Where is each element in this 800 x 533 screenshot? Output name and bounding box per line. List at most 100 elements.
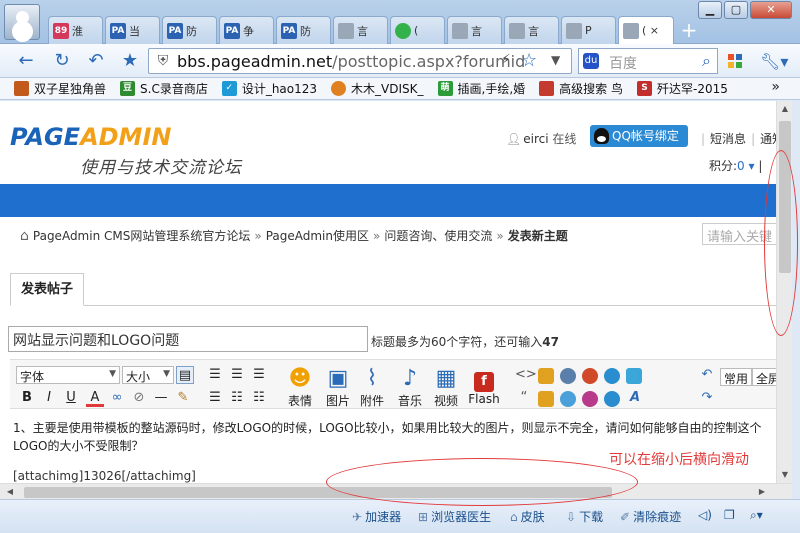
ordered-list-icon[interactable]: ☷ bbox=[228, 389, 246, 407]
horizontal-rule-icon[interactable]: — bbox=[152, 389, 170, 407]
zoom-icon[interactable]: ⌕▾ bbox=[750, 508, 763, 523]
scroll-right-icon[interactable]: ▶ bbox=[754, 484, 770, 500]
unordered-list-icon[interactable]: ☷ bbox=[250, 389, 268, 407]
breadcrumb-link[interactable]: PageAdmin使用区 bbox=[266, 229, 369, 243]
diamond-icon[interactable] bbox=[626, 368, 642, 384]
scroll-down-icon[interactable]: ▼ bbox=[777, 467, 793, 483]
browser-tab[interactable]: 言 bbox=[504, 16, 559, 44]
accelerator-button[interactable]: ✈︎ 加速器 bbox=[352, 508, 401, 525]
browser-tab[interactable]: PA 争 bbox=[219, 16, 274, 44]
messages-link[interactable]: 短消息 bbox=[710, 132, 746, 146]
bookmark-item[interactable]: 高级搜索 鸟 bbox=[539, 80, 623, 97]
bookmark-label: 插画,手绘,婚 bbox=[457, 82, 526, 96]
score-dropdown[interactable]: 积分:0 ▾ | bbox=[709, 157, 762, 174]
color-wheel-icon[interactable] bbox=[582, 368, 598, 384]
underline-icon[interactable]: U bbox=[62, 389, 80, 407]
qq-icon[interactable] bbox=[604, 368, 620, 384]
lock-icon[interactable] bbox=[538, 391, 554, 407]
bookmark-star-icon[interactable]: ☆ bbox=[521, 50, 537, 71]
music-button[interactable]: ♪ 音乐 bbox=[390, 366, 430, 409]
lightning-icon[interactable]: ⚡ bbox=[501, 52, 511, 68]
unlink-icon[interactable]: ⊘ bbox=[130, 389, 148, 407]
rm-icon[interactable] bbox=[604, 391, 620, 407]
browser-tab[interactable]: 言 bbox=[447, 16, 502, 44]
qq-bind-button[interactable]: QQ帐号绑定 bbox=[590, 125, 688, 147]
undo-icon[interactable]: ↶ bbox=[698, 366, 716, 384]
browser-tab[interactable]: 89 淮 bbox=[48, 16, 103, 44]
search-box[interactable]: du 百度 ⌕ bbox=[578, 48, 718, 74]
browser-tab[interactable]: PA 防 bbox=[276, 16, 331, 44]
browser-tab[interactable]: P bbox=[561, 16, 616, 44]
palette-icon[interactable] bbox=[582, 391, 598, 407]
search-icon[interactable]: ⌕ bbox=[702, 51, 711, 71]
align-right-icon[interactable]: ☰ bbox=[250, 366, 268, 384]
wrench-icon[interactable]: 🔧︎▾ bbox=[760, 52, 788, 71]
scroll-up-icon[interactable]: ▲ bbox=[777, 101, 793, 117]
apps-grid-icon[interactable] bbox=[728, 54, 742, 68]
tab-favicon: PA bbox=[167, 22, 183, 39]
common-button[interactable]: 常用 bbox=[720, 368, 753, 386]
bookmark-item[interactable]: S 歼达罕-2015 bbox=[637, 80, 728, 97]
favorites-star-icon[interactable]: ★ bbox=[118, 50, 142, 72]
clear-format-icon[interactable]: ✎ bbox=[174, 389, 192, 407]
compass-icon[interactable] bbox=[560, 368, 576, 384]
font-style-icon[interactable]: A bbox=[626, 389, 644, 407]
attachment-button[interactable]: ⌇ 附件 bbox=[352, 366, 392, 409]
fullscreen-button[interactable]: 全屏 bbox=[752, 368, 776, 386]
globe-icon[interactable] bbox=[560, 391, 576, 407]
volume-icon[interactable]: ◁) bbox=[698, 508, 712, 522]
quote-icon[interactable]: “ bbox=[515, 389, 533, 407]
refresh-icon[interactable]: ↻ bbox=[50, 50, 74, 72]
emoji-button[interactable]: ☻ 表情 bbox=[280, 366, 320, 409]
close-window-button[interactable]: ✕ bbox=[750, 1, 792, 19]
browser-tab[interactable]: PA 当 bbox=[105, 16, 160, 44]
browser-tab[interactable]: ( bbox=[390, 16, 445, 44]
new-tab-button[interactable]: + bbox=[676, 18, 702, 44]
italic-icon[interactable]: I bbox=[40, 389, 58, 407]
browser-tab[interactable]: 言 bbox=[333, 16, 388, 44]
bold-icon[interactable]: B bbox=[18, 389, 36, 407]
video-button[interactable]: ▦ 视频 bbox=[426, 366, 466, 409]
notice-link[interactable]: 通知 bbox=[760, 132, 776, 146]
address-bar[interactable]: ⛨ bbs.pageadmin.net/posttopic.aspx?forum… bbox=[148, 48, 572, 74]
copy-icon[interactable]: ❐ bbox=[724, 508, 735, 522]
align-left-icon[interactable]: ☰ bbox=[206, 366, 224, 384]
more-bookmarks-icon[interactable]: » bbox=[771, 79, 780, 95]
post-title-input[interactable]: 网站显示问题和LOGO问题 bbox=[8, 326, 368, 352]
breadcrumb-link[interactable]: PageAdmin CMS网站管理系统官方论坛 bbox=[33, 229, 250, 243]
clear-traces-button[interactable]: ✐ 清除痕迹 bbox=[620, 508, 681, 525]
browser-tab[interactable]: PA 防 bbox=[162, 16, 217, 44]
align-center-icon[interactable]: ☰ bbox=[228, 366, 246, 384]
format-icon[interactable]: ▤ bbox=[176, 366, 194, 384]
bookmark-item[interactable]: ✓ 设计_hao123 bbox=[221, 80, 317, 97]
maximize-button[interactable]: ▢ bbox=[724, 1, 748, 19]
bookmark-item[interactable]: 木木_VDISK_ bbox=[331, 80, 424, 97]
link-icon[interactable]: ∞ bbox=[108, 389, 126, 407]
browser-tab-active[interactable]: ( × bbox=[618, 16, 674, 44]
undo-icon[interactable]: ↶ bbox=[84, 50, 108, 72]
back-icon[interactable]: ← bbox=[14, 50, 38, 72]
scroll-left-icon[interactable]: ◀ bbox=[2, 484, 18, 500]
username-link[interactable]: eirci bbox=[523, 132, 548, 146]
chevron-down-icon[interactable]: ▼ bbox=[551, 53, 560, 67]
breadcrumb-link[interactable]: 问题咨询、使用交流 bbox=[384, 229, 492, 243]
lock-icon[interactable] bbox=[538, 368, 554, 384]
font-size-select[interactable]: 大小 ▼ bbox=[122, 366, 174, 384]
font-color-icon[interactable]: A bbox=[86, 389, 104, 407]
bookmark-item[interactable]: 双子星独角兽 bbox=[14, 80, 106, 97]
justify-icon[interactable]: ☰ bbox=[206, 389, 224, 407]
browser-doctor-button[interactable]: ⊞ 浏览器医生 bbox=[418, 508, 491, 525]
minimize-button[interactable]: ▁ bbox=[698, 1, 722, 19]
skin-button[interactable]: ⌂ 皮肤 bbox=[510, 508, 545, 525]
flash-button[interactable]: f Flash bbox=[464, 366, 504, 406]
home-icon[interactable]: ⌂ bbox=[20, 228, 29, 244]
bookmark-item[interactable]: 萌插画,手绘,婚 bbox=[437, 80, 526, 97]
bookmark-item[interactable]: 豆 S.C录音商店 bbox=[120, 80, 208, 97]
code-icon[interactable]: <> bbox=[515, 366, 537, 384]
user-avatar[interactable] bbox=[4, 4, 40, 40]
site-logo[interactable]: PAGEADMIN bbox=[10, 123, 171, 151]
download-button[interactable]: ⇩ 下载 bbox=[566, 508, 603, 525]
font-family-select[interactable]: 字体 ▼ bbox=[16, 366, 120, 384]
tab-post[interactable]: 发表帖子 bbox=[10, 273, 84, 306]
redo-icon[interactable]: ↷ bbox=[698, 389, 716, 407]
